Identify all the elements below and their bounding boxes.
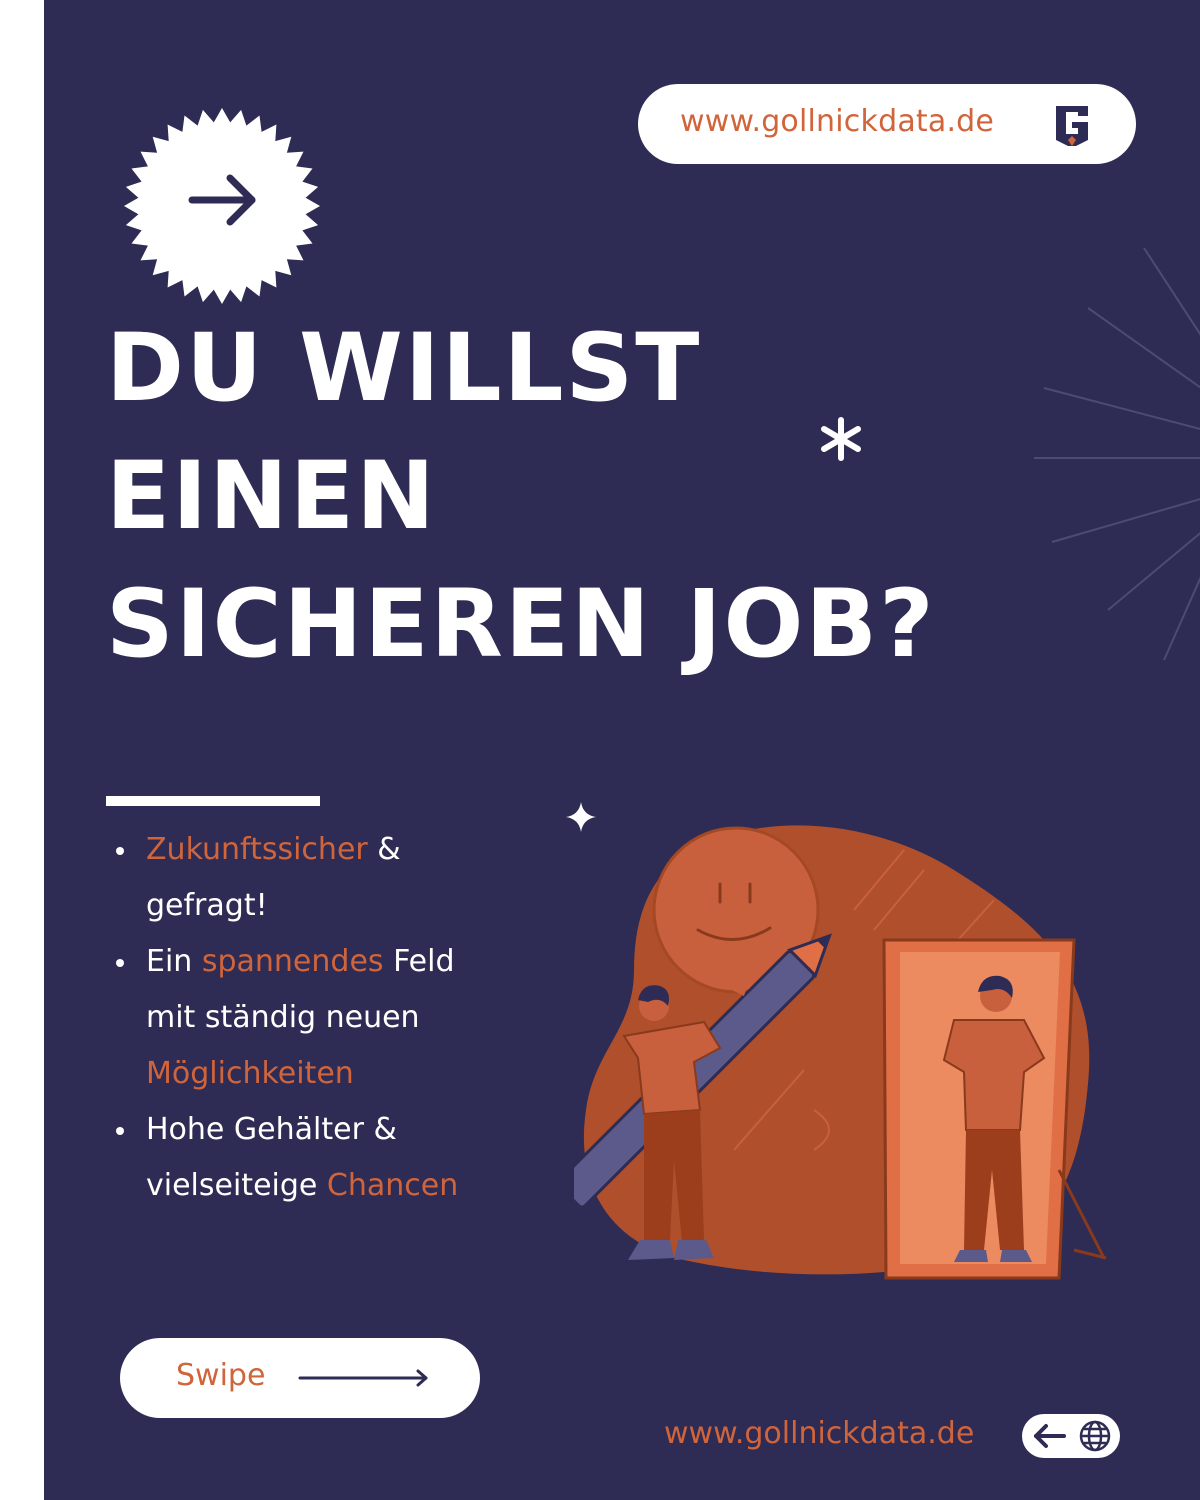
illustration-people-mirror	[574, 825, 1107, 1280]
list-item: Ein spannendes Feld mit ständig neuen Mö…	[112, 934, 512, 1102]
decorative-rays	[1034, 247, 1200, 661]
headline-line: EINEN	[106, 442, 437, 551]
globe-icon[interactable]	[1078, 1419, 1112, 1453]
bullet-text-accent: Chancen	[326, 1168, 459, 1203]
headline: DU WILLST EINEN SICHEREN JOB?	[106, 305, 936, 689]
headline-line: DU WILLST	[106, 314, 702, 423]
headline-line: SICHEREN JOB?	[106, 570, 936, 679]
list-item: Hohe Gehälter & vielseiteige Chancen	[112, 1102, 512, 1214]
swipe-button[interactable]: Swipe	[120, 1338, 480, 1418]
list-item: Zukunftssicher & gefragt!	[112, 822, 512, 934]
footer-website-url[interactable]: www.gollnickdata.de	[664, 1416, 974, 1451]
slide-panel: www.gollnickdata.de DU WILLST EINEN SICH…	[44, 0, 1200, 1500]
website-pill[interactable]: www.gollnickdata.de	[638, 84, 1136, 164]
long-arrow-right-icon	[298, 1369, 428, 1387]
website-url[interactable]: www.gollnickdata.de	[680, 104, 994, 139]
bullet-text-accent: spannendes	[201, 944, 384, 979]
swipe-label: Swipe	[176, 1358, 266, 1393]
benefits-list: Zukunftssicher & gefragt! Ein spannendes…	[112, 822, 512, 1214]
bullet-text-accent: Möglichkeiten	[146, 1056, 354, 1091]
bullet-text-accent: Zukunftssicher	[146, 832, 368, 867]
bullet-text: Ein	[146, 944, 202, 979]
badge-starburst	[124, 108, 320, 304]
footer-nav-pill	[1022, 1414, 1120, 1458]
arrow-left-icon[interactable]	[1032, 1422, 1068, 1450]
gollnickdata-logo-icon	[1056, 106, 1088, 146]
arrow-badge[interactable]	[122, 106, 322, 306]
divider-line	[106, 796, 320, 806]
